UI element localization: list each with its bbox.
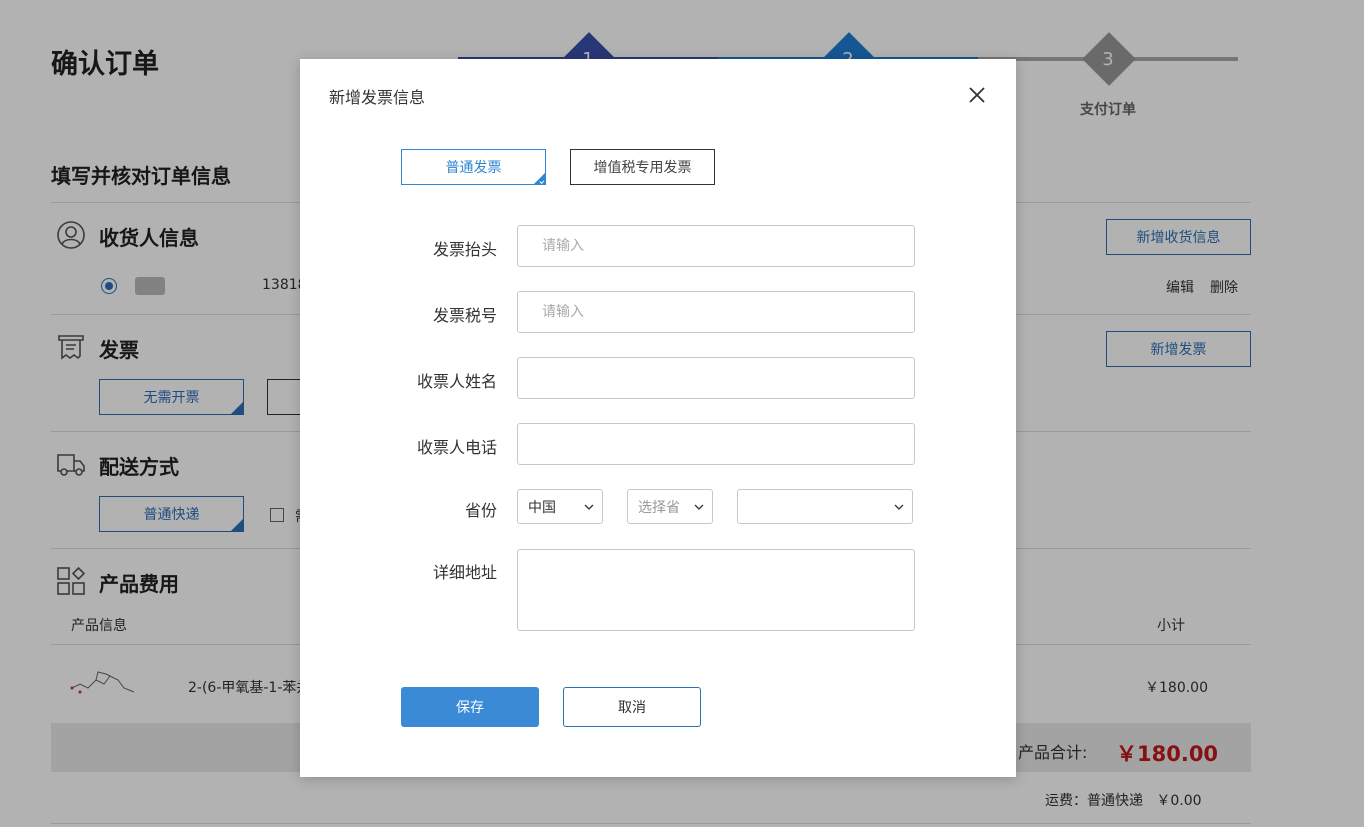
province-select[interactable]: 选择省 (627, 489, 713, 524)
country-select-value: 中国 (528, 499, 556, 516)
cancel-button[interactable]: 取消 (563, 687, 701, 727)
province-select-value: 选择省 (638, 499, 680, 516)
address-label: 详细地址 (432, 563, 497, 582)
tab-vat-invoice-label: 增值税专用发票 (593, 160, 692, 176)
tab-vat-invoice[interactable]: 增值税专用发票 (570, 149, 715, 185)
add-invoice-dialog: 新增发票信息 普通发票 增值税专用发票 发票抬头 发票税号 收票人姓名 收票人电… (300, 59, 1016, 777)
tax-number-label: 发票税号 (432, 306, 497, 325)
country-select[interactable]: 中国 (517, 489, 603, 524)
invoice-title-label: 发票抬头 (432, 240, 497, 259)
province-label: 省份 (464, 501, 497, 520)
address-textarea[interactable] (517, 549, 915, 631)
city-select[interactable] (737, 489, 913, 524)
chevron-down-icon (584, 504, 594, 510)
chevron-down-icon (894, 504, 904, 510)
chevron-down-icon (694, 504, 704, 510)
dialog-title: 新增发票信息 (329, 88, 426, 107)
invoice-title-input[interactable] (517, 225, 915, 267)
recipient-phone-label: 收票人电话 (416, 438, 497, 457)
recipient-name-label: 收票人姓名 (416, 372, 497, 391)
tax-number-input[interactable] (517, 291, 915, 333)
save-button[interactable]: 保存 (401, 687, 539, 727)
recipient-name-input[interactable] (517, 357, 915, 399)
recipient-phone-input[interactable] (517, 423, 915, 465)
tab-normal-invoice[interactable]: 普通发票 (401, 149, 546, 185)
close-icon[interactable] (963, 81, 991, 109)
tab-normal-invoice-label: 普通发票 (445, 160, 502, 176)
